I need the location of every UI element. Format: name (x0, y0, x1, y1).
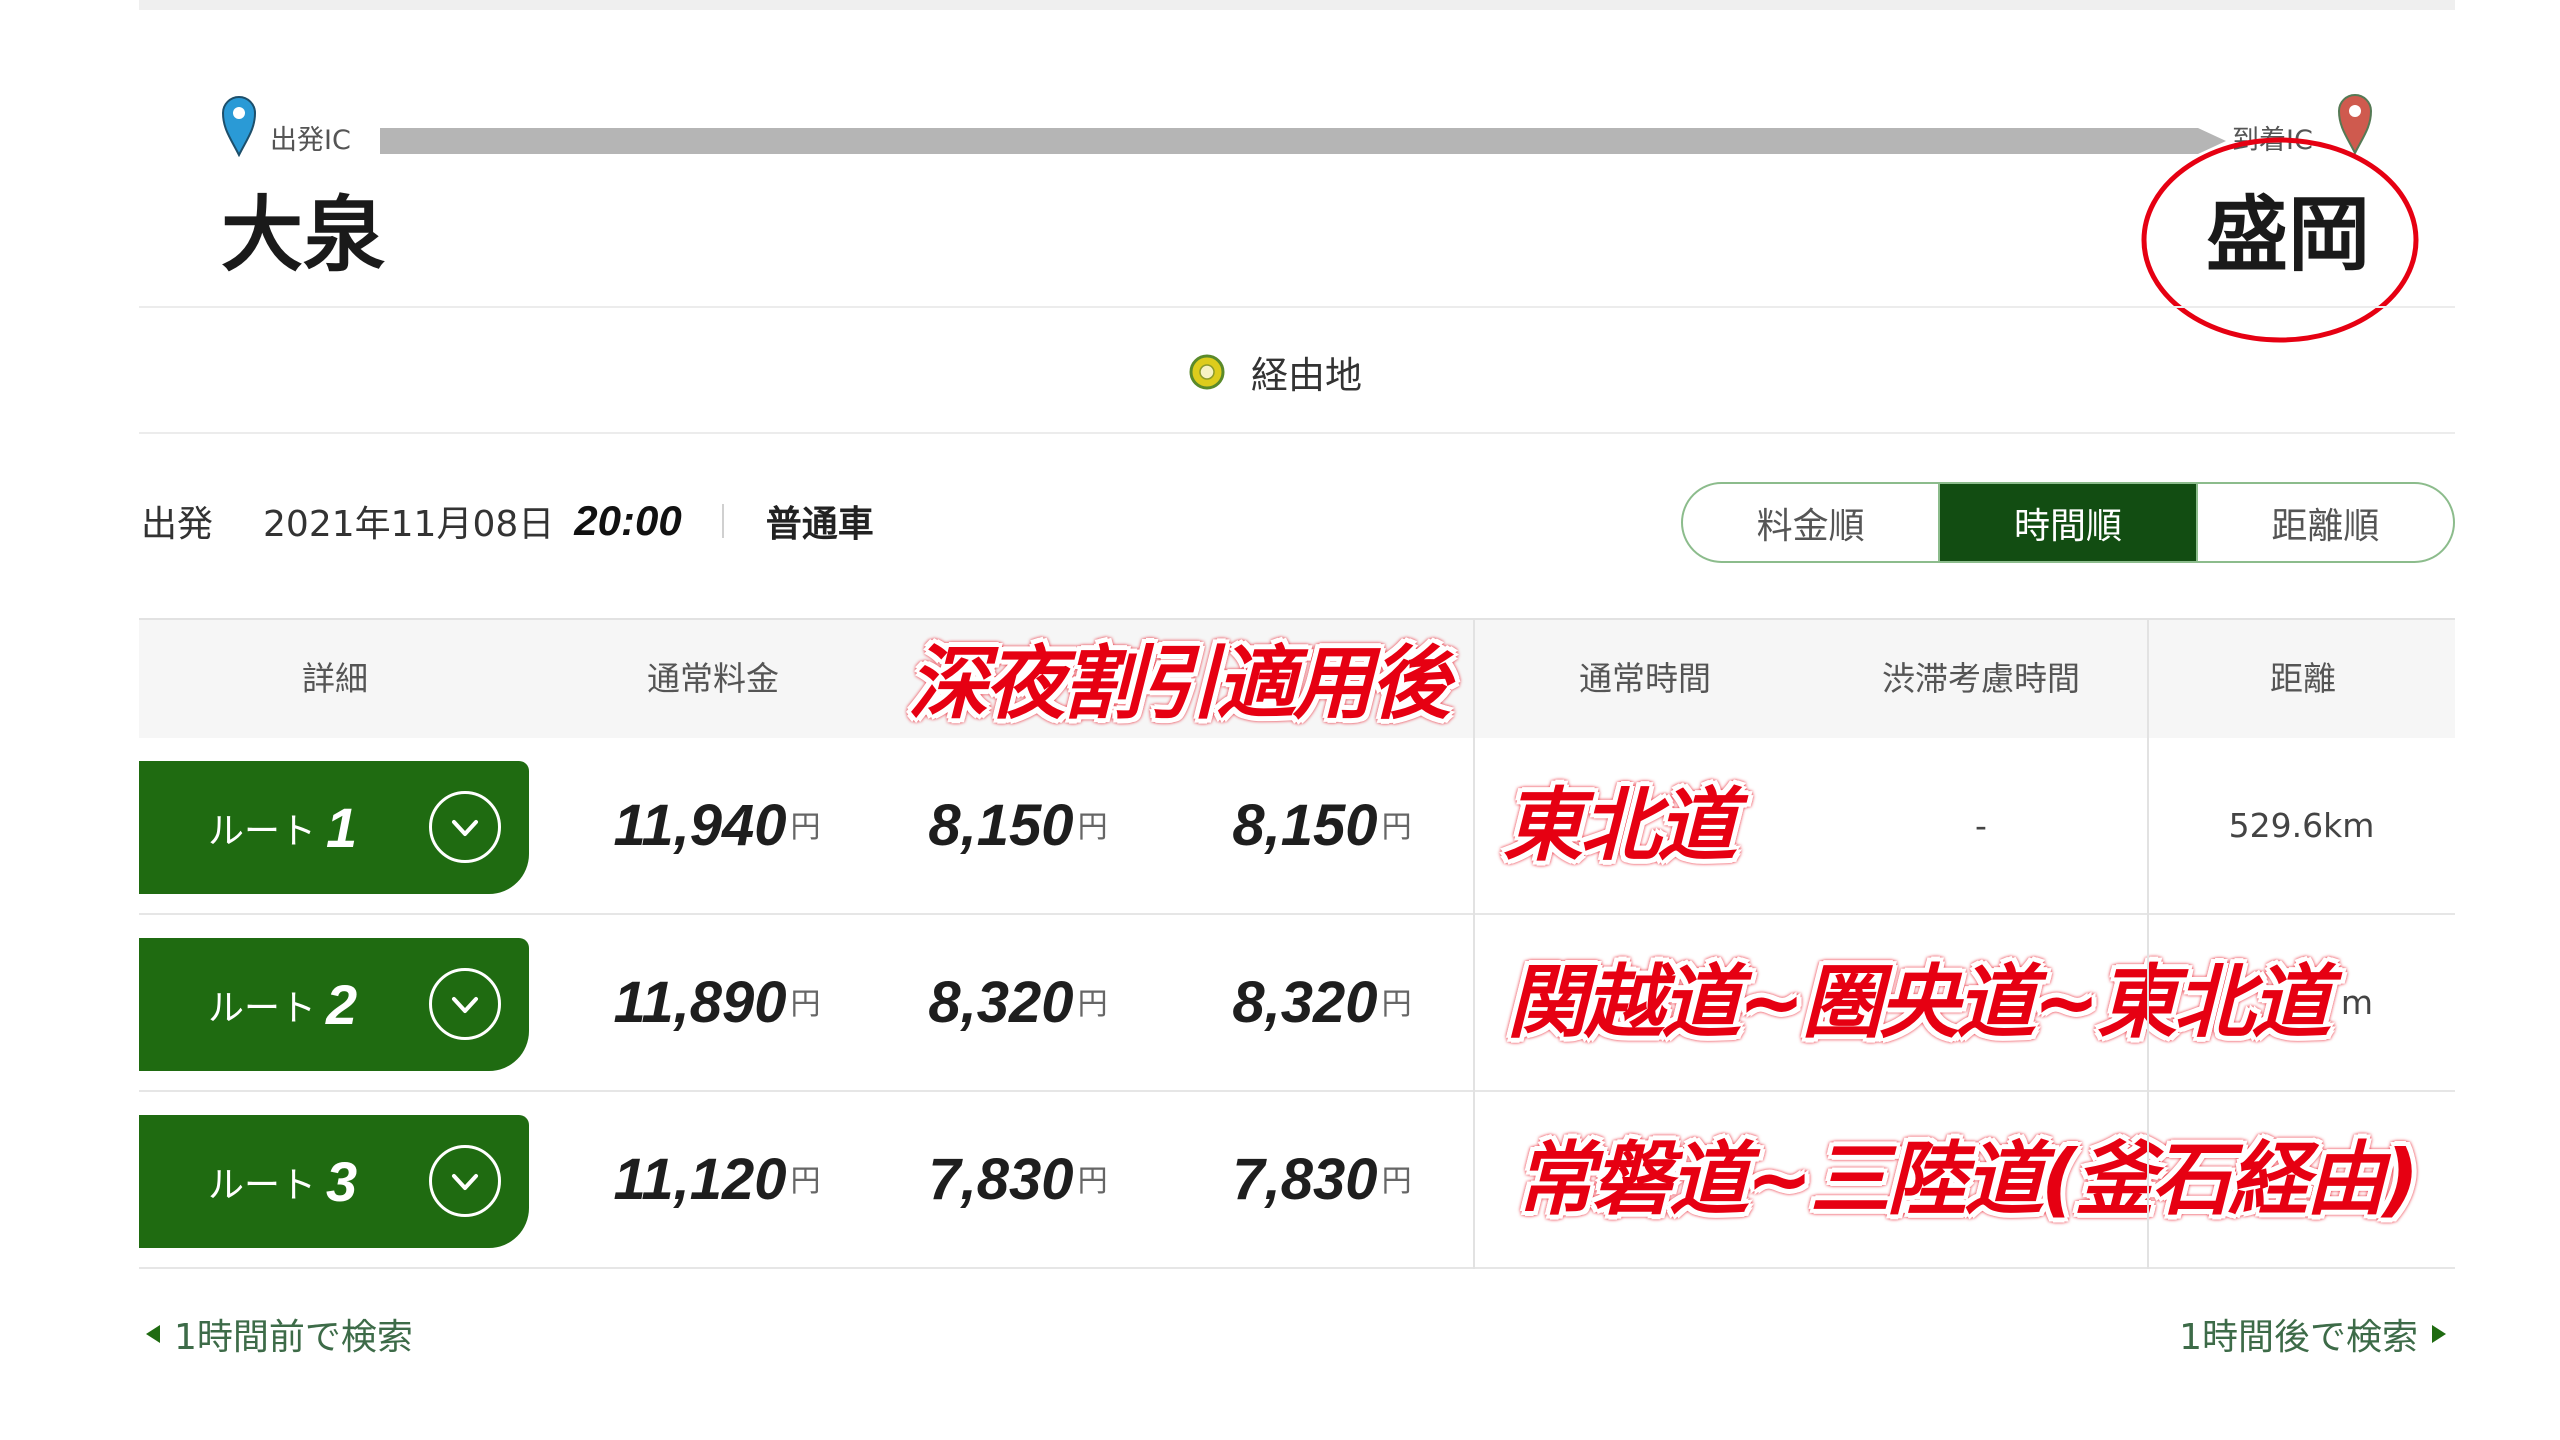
congestion-time: - (1975, 806, 1987, 845)
search-later-link[interactable]: 1時間後で検索 (2179, 1310, 2446, 1358)
table-row: ルート 3 11,120 円 7,830 円 7,830 円 常磐道~三陸道(釜石経由) (139, 1092, 2455, 1269)
departure-date: 2021年11月08日 (263, 504, 555, 545)
route-label: ルート (208, 810, 317, 852)
chevron-down-icon (452, 997, 478, 1013)
discount-fare-2: 8,150 円 (1232, 793, 1412, 858)
sort-by-time[interactable]: 時間順 (1938, 484, 2196, 561)
triangle-left-icon (146, 1325, 160, 1343)
search-later-label: 1時間後で検索 (2179, 1317, 2418, 1358)
divider (139, 306, 2455, 308)
route-1-button[interactable]: ルート 1 (139, 761, 529, 894)
departure-ic-name: 大泉 (221, 188, 386, 283)
departure-label: 出発 (141, 504, 214, 545)
separator (721, 504, 724, 538)
chevron-down-icon (452, 820, 478, 836)
search-earlier-label: 1時間前で検索 (174, 1317, 413, 1358)
triangle-right-icon (2432, 1325, 2446, 1343)
sort-toggle: 料金順 時間順 距離順 (1681, 482, 2455, 563)
header-normal-fare: 通常料金 (647, 659, 779, 698)
departure-pin-icon (221, 96, 257, 157)
red-highlight-circle (2141, 137, 2419, 343)
route-name-annotation: 東北道 (1503, 779, 1737, 872)
route-arrow-line (380, 128, 2226, 154)
late-night-discount-annotation: 深夜割引適用後 (908, 637, 1450, 730)
discount-fare-2: 8,320 円 (1232, 970, 1412, 1035)
header-detail: 詳細 (302, 659, 368, 698)
normal-fare: 11,890 円 (613, 970, 821, 1035)
top-strip (139, 0, 2455, 10)
departure-ic-label: 出発IC (270, 125, 351, 156)
route-label: ルート (208, 987, 317, 1029)
route-2-button[interactable]: ルート 2 (139, 938, 529, 1071)
header-normal-time: 通常時間 (1579, 659, 1711, 698)
distance: 529.6km (2228, 806, 2375, 845)
route-3-button[interactable]: ルート 3 (139, 1115, 529, 1248)
discount-fare: 8,150 円 (928, 793, 1108, 858)
expand-toggle[interactable] (429, 1145, 501, 1217)
search-conditions: 出発 2021年11月08日 20:00 普通車 (141, 490, 874, 552)
route-name-annotation: 関越道~圏央道~東北道 (1507, 956, 2331, 1049)
waypoint-ring-icon (1189, 354, 1225, 390)
expand-toggle[interactable] (429, 791, 501, 863)
waypoint-button[interactable]: 経由地 (1187, 346, 1362, 398)
waypoint-label: 経由地 (1251, 354, 1362, 397)
expand-toggle[interactable] (429, 968, 501, 1040)
sort-by-fare[interactable]: 料金順 (1683, 484, 1938, 561)
departure-time: 20:00 (574, 497, 682, 544)
divider (139, 432, 2455, 434)
discount-fare: 7,830 円 (928, 1147, 1108, 1212)
vehicle-type: 普通車 (765, 504, 874, 545)
column-divider (2147, 618, 2149, 1269)
chevron-down-icon (452, 1174, 478, 1190)
header-distance: 距離 (2270, 659, 2336, 698)
table-row: ルート 1 11,940 円 8,150 円 8,150 円 - 529.6km 東北道 (139, 738, 2455, 915)
route-name-annotation: 常磐道~三陸道(釜石経由) (1515, 1133, 2419, 1226)
route-label: ルート (208, 1164, 317, 1206)
header-congestion-time: 渋滞考慮時間 (1882, 659, 2080, 698)
route-number: 1 (326, 796, 358, 859)
normal-fare: 11,940 円 (613, 793, 821, 858)
route-number: 2 (326, 973, 358, 1036)
route-number: 3 (326, 1150, 358, 1213)
sort-by-distance[interactable]: 距離順 (2195, 484, 2453, 561)
table-row: ルート 2 11,890 円 8,320 円 8,320 円 m 関越道~圏央道~東北道 (139, 915, 2455, 1092)
discount-fare-2: 7,830 円 (1232, 1147, 1412, 1212)
normal-fare: 11,120 円 (613, 1147, 821, 1212)
search-earlier-link[interactable]: 1時間前で検索 (146, 1310, 413, 1358)
discount-fare: 8,320 円 (928, 970, 1108, 1035)
